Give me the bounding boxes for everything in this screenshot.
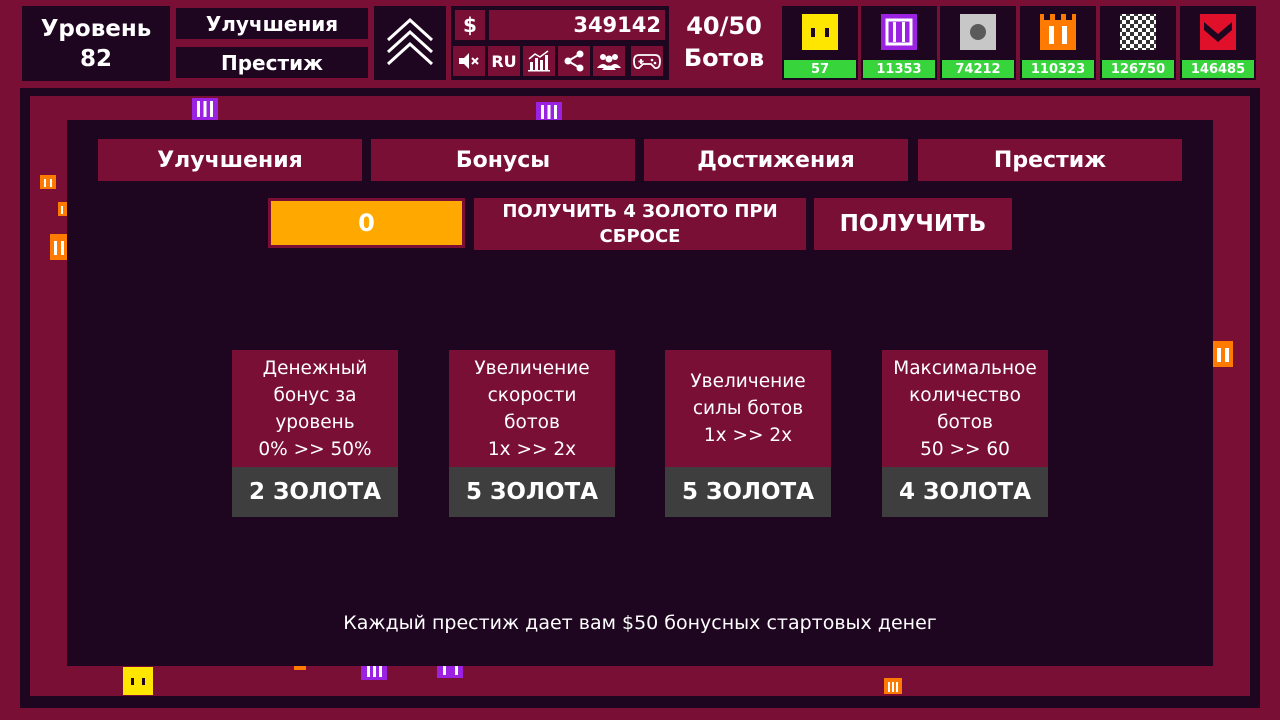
orange-bot-icon bbox=[1213, 341, 1233, 367]
rank-up-button[interactable] bbox=[374, 6, 446, 80]
prestige-upgrade-card[interactable]: Максимальное количество ботов 50 >> 60 4… bbox=[882, 350, 1048, 517]
language-button[interactable]: RU bbox=[488, 46, 520, 76]
claim-gold-button[interactable]: ПОЛУЧИТЬ bbox=[814, 198, 1012, 250]
unit-slot-gray[interactable]: 74212 bbox=[940, 6, 1016, 80]
unit-count: 110323 bbox=[1022, 60, 1094, 78]
share-icon bbox=[564, 50, 584, 72]
level-value: 82 bbox=[79, 45, 112, 72]
games-button[interactable] bbox=[631, 46, 663, 76]
upgrade-description: Увеличение скорости ботов 1x >> 2x bbox=[449, 350, 615, 467]
unit-slot-orange[interactable]: 110323 bbox=[1020, 6, 1096, 80]
unit-slot-purple[interactable]: 11353 bbox=[861, 6, 937, 80]
prestige-upgrade-card[interactable]: Увеличение силы ботов 1x >> 2x 5 ЗОЛОТА bbox=[665, 350, 831, 517]
tab-prestige[interactable]: Престиж bbox=[918, 139, 1182, 181]
unit-count: 146485 bbox=[1182, 60, 1254, 78]
currency-symbol: $ bbox=[455, 10, 485, 40]
prestige-upgrade-card[interactable]: Денежный бонус за уровень 0% >> 50% 2 ЗО… bbox=[232, 350, 398, 517]
orange-bot-icon bbox=[40, 175, 56, 189]
prestige-footer-note: Каждый престиж дает вам $50 бонусных ста… bbox=[343, 612, 937, 634]
share-button[interactable] bbox=[558, 46, 590, 76]
prestige-button[interactable]: Престиж bbox=[176, 47, 368, 78]
level-label: Уровень bbox=[40, 15, 152, 42]
community-button[interactable] bbox=[593, 46, 625, 76]
tab-achievements[interactable]: Достижения bbox=[644, 139, 908, 181]
bots-counter: 40/50 Ботов bbox=[676, 10, 772, 80]
prestige-upgrade-card[interactable]: Увеличение скорости ботов 1x >> 2x 5 ЗОЛ… bbox=[449, 350, 615, 517]
bar-chart-icon bbox=[528, 50, 550, 72]
unit-count: 74212 bbox=[942, 60, 1014, 78]
yellow-bot-icon bbox=[123, 667, 153, 695]
users-icon bbox=[597, 54, 621, 70]
upgrade-description: Увеличение силы ботов 1x >> 2x bbox=[665, 350, 831, 467]
upgrade-cost-button[interactable]: 2 ЗОЛОТА bbox=[232, 467, 398, 517]
unit-slot-red[interactable]: 146485 bbox=[1180, 6, 1256, 80]
unit-count: 11353 bbox=[863, 60, 935, 78]
bots-label: Ботов bbox=[683, 44, 765, 72]
mute-button[interactable] bbox=[453, 46, 485, 76]
unit-slot-yellow[interactable]: 57 bbox=[782, 6, 858, 80]
purple-bot-icon bbox=[361, 666, 387, 680]
money-value: 349142 bbox=[489, 10, 665, 40]
orange-bot-icon bbox=[294, 666, 306, 670]
tab-upgrades[interactable]: Улучшения bbox=[98, 139, 362, 181]
upgrade-description: Максимальное количество ботов 50 >> 60 bbox=[882, 350, 1048, 467]
purple-bot-icon bbox=[192, 98, 218, 120]
orange-bot-icon bbox=[884, 678, 902, 694]
unit-count: 126750 bbox=[1102, 60, 1174, 78]
money-panel: $ 349142 RU bbox=[451, 6, 669, 80]
upgrade-description: Денежный бонус за уровень 0% >> 50% bbox=[232, 350, 398, 467]
bots-count: 40/50 bbox=[686, 12, 762, 40]
level-display: Уровень 82 bbox=[22, 6, 170, 81]
checker-bot-icon bbox=[1120, 14, 1156, 50]
unit-count: 57 bbox=[784, 60, 856, 78]
upgrade-cost-button[interactable]: 4 ЗОЛОТА bbox=[882, 467, 1048, 517]
gamepad-icon bbox=[633, 54, 661, 70]
upgrades-button[interactable]: Улучшения bbox=[176, 8, 368, 39]
orange-bot-icon bbox=[1040, 14, 1076, 50]
orange-bot-icon bbox=[50, 234, 68, 260]
purple-bot-icon bbox=[881, 14, 917, 50]
yellow-bot-icon bbox=[802, 14, 838, 50]
chevrons-up-icon bbox=[386, 17, 434, 66]
stats-button[interactable] bbox=[523, 46, 555, 76]
tab-bonuses[interactable]: Бонусы bbox=[371, 139, 635, 181]
gray-bot-icon bbox=[960, 14, 996, 50]
unit-slot-checker[interactable]: 126750 bbox=[1100, 6, 1176, 80]
upgrade-cost-button[interactable]: 5 ЗОЛОТА bbox=[665, 467, 831, 517]
purple-bot-icon bbox=[437, 666, 463, 678]
prestige-modal: Улучшения Бонусы Достижения Престиж 0 ПО… bbox=[67, 120, 1213, 666]
gold-amount: 0 bbox=[268, 198, 465, 248]
speaker-muted-icon bbox=[459, 53, 479, 69]
purple-bot-icon bbox=[536, 102, 562, 122]
red-bot-icon bbox=[1200, 14, 1236, 50]
upgrade-cost-button[interactable]: 5 ЗОЛОТА bbox=[449, 467, 615, 517]
reset-gold-info: ПОЛУЧИТЬ 4 ЗОЛОТО ПРИ СБРОСЕ bbox=[474, 198, 806, 250]
